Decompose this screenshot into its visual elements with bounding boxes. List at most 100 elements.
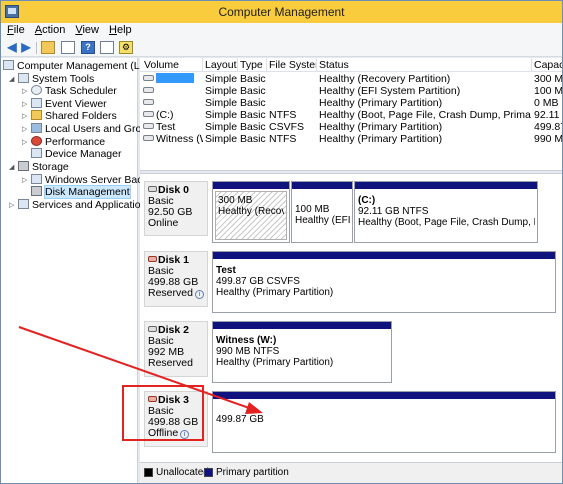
column-header-status[interactable]: Status xyxy=(319,59,529,71)
tools-icon xyxy=(18,73,29,83)
legend-bar: Unallocated Primary partition xyxy=(140,462,562,483)
chevron-down-icon[interactable]: ◢ xyxy=(9,161,18,174)
chevron-right-icon[interactable]: ▷ xyxy=(22,123,31,136)
toolbar: ◀ ▶ ? ⚙ xyxy=(1,39,562,57)
folder-icon xyxy=(31,110,42,120)
tree-item-storage[interactable]: ◢ Storage xyxy=(9,161,69,174)
title-bar[interactable]: Computer Management xyxy=(1,1,562,23)
column-header-capacity[interactable]: Capac xyxy=(534,59,562,71)
volume-status: Healthy (Primary Partition) xyxy=(319,133,443,145)
partition-title: Test xyxy=(216,265,236,276)
disk-icon xyxy=(148,326,157,332)
volume-layout: Simple xyxy=(205,121,238,133)
volume-name: (C:) xyxy=(156,109,174,121)
partition-test[interactable]: Test 499.87 GB CSVFS Healthy (Primary Pa… xyxy=(212,251,556,313)
partition-bar xyxy=(355,182,537,189)
partition-recovery[interactable]: 300 MB Healthy (Recovery xyxy=(212,181,290,243)
partition-bar xyxy=(213,322,391,329)
annotation-highlight-box xyxy=(122,385,204,441)
volume-status: Healthy (Primary Partition) xyxy=(319,121,443,133)
unallocated-swatch xyxy=(144,468,153,477)
partition-bar xyxy=(213,252,555,259)
help-icon[interactable]: ? xyxy=(81,41,95,54)
volume-type: Basic xyxy=(240,121,266,133)
disk-warning-icon xyxy=(148,256,157,262)
chevron-right-icon[interactable]: ▷ xyxy=(22,85,31,98)
column-separator xyxy=(266,58,267,72)
tree-item-task-scheduler[interactable]: ▷ Task Scheduler xyxy=(22,85,117,98)
volume-row[interactable]: (C:) Simple Basic NTFS Healthy (Boot, Pa… xyxy=(140,109,562,121)
volume-row[interactable]: Simple Basic Healthy (Primary Partition)… xyxy=(140,97,562,109)
info-icon[interactable]: i xyxy=(194,290,204,299)
menu-action[interactable]: Action xyxy=(29,23,70,36)
disk-0-info[interactable]: Disk 0 Basic 92.50 GB Online xyxy=(144,181,208,236)
chevron-right-icon[interactable]: ▷ xyxy=(22,174,31,187)
column-header-type[interactable]: Type xyxy=(240,59,266,71)
settings-icon[interactable]: ⚙ xyxy=(119,41,133,54)
disk-2-info[interactable]: Disk 2 Basic 992 MB Reserved xyxy=(144,321,208,377)
volume-capacity: 300 M xyxy=(534,73,562,85)
volume-icon xyxy=(143,87,154,93)
volume-row[interactable]: Test Simple Basic CSVFS Healthy (Primary… xyxy=(140,121,562,133)
volume-icon xyxy=(143,135,154,141)
disk-state: Reserved xyxy=(148,287,193,299)
volume-icon xyxy=(143,123,154,129)
volume-list-header: Volume Layout Type File System Status Ca… xyxy=(140,58,562,72)
chevron-down-icon[interactable]: ◢ xyxy=(9,73,18,86)
volume-icon xyxy=(143,75,154,81)
disk-state: Online xyxy=(148,217,179,229)
tree-item-local-users-groups[interactable]: ▷ Local Users and Groups xyxy=(22,123,158,136)
menu-file[interactable]: File xyxy=(1,23,29,36)
volume-layout: Simple xyxy=(205,133,238,145)
back-arrow-icon[interactable]: ◀ xyxy=(5,41,19,54)
show-hide-tree-icon[interactable] xyxy=(61,41,75,54)
volume-layout: Simple xyxy=(205,85,238,97)
column-separator xyxy=(237,58,238,72)
tree-item-device-manager[interactable]: Device Manager xyxy=(31,148,121,161)
partition-bar xyxy=(292,182,352,189)
column-header-file-system[interactable]: File System xyxy=(269,59,316,71)
volume-file-system: CSVFS xyxy=(269,121,305,133)
tree-item-shared-folders[interactable]: ▷ Shared Folders xyxy=(22,110,117,123)
legend-primary-partition: Primary partition xyxy=(216,467,289,478)
partition-size: 990 MB NTFS xyxy=(216,346,280,357)
volume-type: Basic xyxy=(240,85,266,97)
tree-item-services-applications[interactable]: ▷ Services and Applications xyxy=(9,199,152,212)
column-header-volume[interactable]: Volume xyxy=(144,59,202,71)
disk-1-info[interactable]: Disk 1 Basic 499.88 GB Reserved i xyxy=(144,251,208,307)
forward-arrow-icon[interactable]: ▶ xyxy=(19,41,33,54)
properties-icon[interactable] xyxy=(100,41,114,54)
tree-item-computer-management[interactable]: Computer Management (Local xyxy=(3,60,159,73)
column-header-layout[interactable]: Layout xyxy=(205,59,237,71)
partition-status: Healthy (Primary Partition) xyxy=(216,287,334,298)
partition-witness[interactable]: Witness (W:) 990 MB NTFS Healthy (Primar… xyxy=(212,321,392,383)
chevron-right-icon[interactable]: ▷ xyxy=(9,199,18,212)
partition-efi[interactable]: 100 MB Healthy (EFI Sy xyxy=(291,181,353,243)
chevron-right-icon[interactable]: ▷ xyxy=(22,136,31,149)
volume-status: Healthy (Recovery Partition) xyxy=(319,73,451,85)
menu-help[interactable]: Help xyxy=(103,23,136,36)
volume-row[interactable]: Witness (W:) Simple Basic NTFS Healthy (… xyxy=(140,133,562,145)
performance-icon xyxy=(31,136,42,146)
menu-view[interactable]: View xyxy=(69,23,103,36)
tree-item-disk-management[interactable]: Disk Management xyxy=(31,185,131,199)
partition-bar xyxy=(213,392,555,399)
chevron-right-icon[interactable]: ▷ xyxy=(22,110,31,123)
partition-disk-3[interactable]: 499.87 GB xyxy=(212,391,556,453)
volume-row[interactable]: Simple Basic Healthy (Recovery Partition… xyxy=(140,73,562,85)
volume-row[interactable]: Simple Basic Healthy (EFI System Partiti… xyxy=(140,85,562,97)
volume-type: Basic xyxy=(240,109,266,121)
partition-bar xyxy=(213,182,289,189)
volume-file-system: NTFS xyxy=(269,133,297,145)
device-manager-icon xyxy=(31,148,42,158)
volume-type: Basic xyxy=(240,133,266,145)
disk-icon xyxy=(148,186,157,192)
toolbar-separator xyxy=(36,42,37,54)
computer-management-window: Computer Management File Action View Help ◀… xyxy=(0,0,563,484)
partition-c[interactable]: (C:) 92.11 GB NTFS Healthy (Boot, Page F… xyxy=(354,181,538,243)
up-folder-icon[interactable] xyxy=(41,41,55,54)
pane-splitter[interactable] xyxy=(140,170,562,174)
volume-icon xyxy=(143,111,154,117)
volume-name: Test xyxy=(156,121,176,133)
volume-name: Witness (W:) xyxy=(156,133,203,145)
